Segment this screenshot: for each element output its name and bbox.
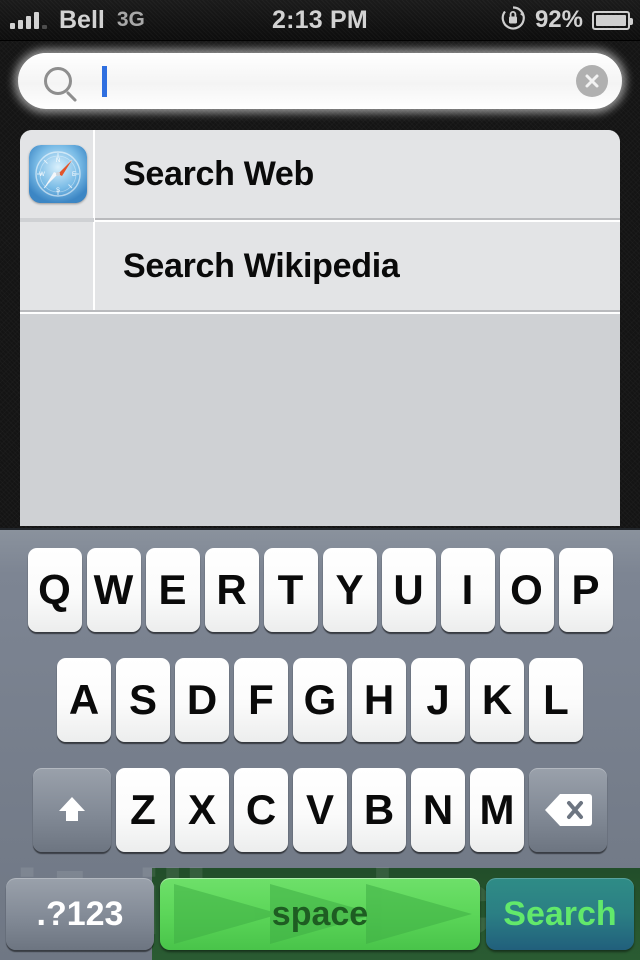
key-l[interactable]: L: [529, 658, 583, 742]
numeric-mode-key[interactable]: .?123: [6, 878, 154, 950]
row-icon-cell: N S W E: [20, 130, 95, 218]
key-s[interactable]: S: [116, 658, 170, 742]
row-label: Search Web: [123, 154, 315, 193]
key-c[interactable]: C: [234, 768, 288, 852]
search-results-list[interactable]: N S W E Search Web Search Wikipedia: [20, 130, 620, 526]
table-row[interactable]: N S W E Search Web: [20, 130, 620, 218]
keyboard-row-4: .?123 space Search: [0, 878, 640, 950]
backspace-delete-icon: [545, 794, 592, 826]
key-w[interactable]: W: [86, 548, 141, 632]
keyboard-row-3: Z X C V B N M: [0, 768, 640, 852]
text-cursor: [102, 66, 107, 97]
backspace-key[interactable]: [529, 768, 607, 852]
space-key-label: space: [271, 894, 369, 933]
shift-key[interactable]: [33, 768, 111, 852]
key-f[interactable]: F: [234, 658, 288, 742]
results-empty-area: [20, 314, 620, 526]
key-p[interactable]: P: [558, 548, 613, 632]
svg-text:W: W: [39, 172, 45, 178]
key-t[interactable]: T: [263, 548, 318, 632]
search-key[interactable]: Search: [486, 878, 634, 950]
key-n[interactable]: N: [411, 768, 465, 852]
row-label: Search Wikipedia: [123, 246, 400, 285]
battery-percent-label: 92%: [534, 6, 583, 33]
clear-search-button[interactable]: [576, 65, 608, 97]
svg-text:S: S: [55, 188, 59, 194]
onscreen-keyboard[interactable]: iJailbreak.com Q W E R T Y U I O P A S D…: [0, 528, 640, 960]
row-icon-cell: [20, 222, 95, 310]
key-q[interactable]: Q: [27, 548, 82, 632]
rotation-lock-icon: [500, 5, 526, 36]
shift-up-arrow-icon: [59, 797, 85, 821]
key-j[interactable]: J: [411, 658, 465, 742]
key-u[interactable]: U: [381, 548, 436, 632]
row-separator: [95, 218, 620, 222]
status-bar: Bell 3G 2:13 PM 92%: [0, 0, 640, 41]
key-m[interactable]: M: [470, 768, 524, 852]
key-e[interactable]: E: [145, 548, 200, 632]
table-row[interactable]: Search Wikipedia: [20, 222, 620, 310]
safari-compass-icon: N S W E: [28, 145, 87, 203]
key-a[interactable]: A: [57, 658, 111, 742]
search-icon: [44, 67, 72, 95]
battery-icon: [592, 10, 633, 30]
row-separator: [20, 310, 620, 314]
spotlight-search-bar: [0, 40, 640, 122]
search-input[interactable]: [116, 66, 560, 98]
search-field[interactable]: [18, 53, 622, 109]
key-d[interactable]: D: [175, 658, 229, 742]
svg-text:N: N: [55, 158, 59, 164]
key-o[interactable]: O: [499, 548, 554, 632]
key-h[interactable]: H: [352, 658, 406, 742]
key-k[interactable]: K: [470, 658, 524, 742]
key-r[interactable]: R: [204, 548, 259, 632]
key-x[interactable]: X: [175, 768, 229, 852]
key-g[interactable]: G: [293, 658, 347, 742]
status-bar-right: 92%: [500, 5, 633, 36]
keyboard-row-2: A S D F G H J K L: [0, 658, 640, 742]
keyboard-row-1: Q W E R T Y U I O P: [0, 548, 640, 632]
key-i[interactable]: I: [440, 548, 495, 632]
key-z[interactable]: Z: [116, 768, 170, 852]
svg-text:E: E: [71, 172, 75, 178]
key-b[interactable]: B: [352, 768, 406, 852]
iphone-screen: Bell 3G 2:13 PM 92% N S W E Search Web S…: [0, 0, 640, 960]
space-key[interactable]: space: [160, 878, 480, 950]
key-v[interactable]: V: [293, 768, 347, 852]
key-y[interactable]: Y: [322, 548, 377, 632]
